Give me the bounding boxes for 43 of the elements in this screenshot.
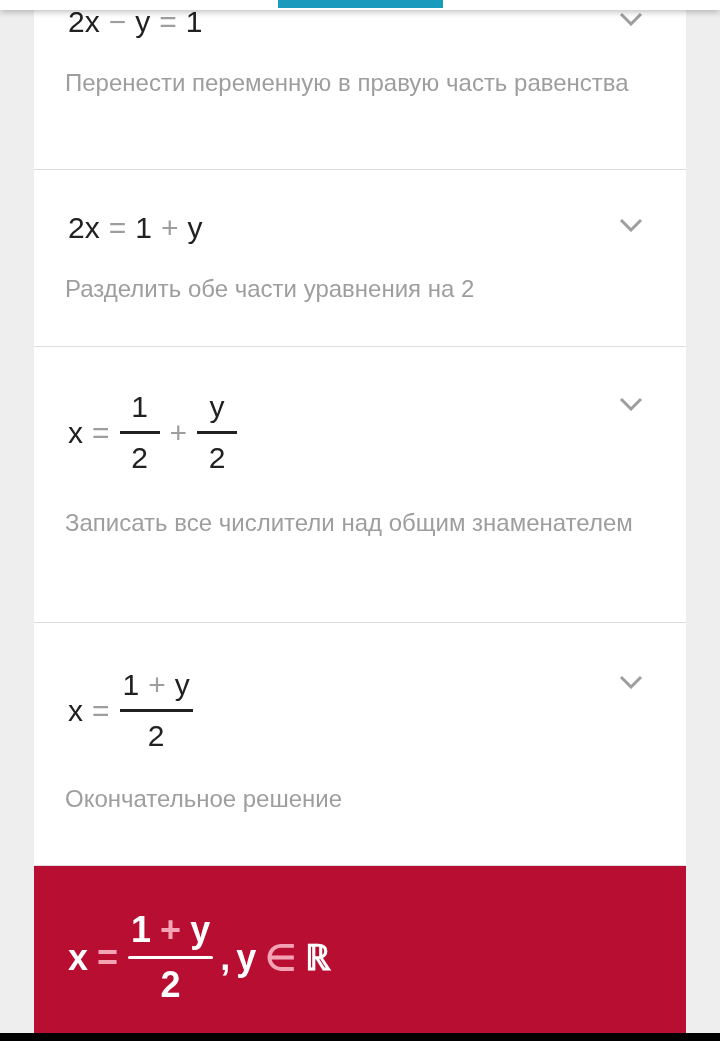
step-description: Перенести переменную в правую часть равенства	[65, 68, 630, 98]
math-term: 1	[184, 4, 204, 40]
math-term: 1	[121, 667, 141, 703]
chevron-icon[interactable]	[619, 218, 643, 232]
math-term: 2	[207, 440, 227, 476]
math-term: 1	[134, 210, 153, 246]
math-operator: =	[107, 210, 128, 246]
math-operator: −	[107, 4, 128, 40]
math-operator: =	[158, 4, 178, 40]
step-description: Разделить обе части уравнения на 2	[65, 274, 476, 304]
math-operator: =	[96, 937, 120, 978]
chevron-icon[interactable]	[619, 675, 643, 689]
math-operator: +	[168, 414, 189, 451]
math-term: y	[173, 667, 191, 703]
math-term: y	[134, 4, 152, 40]
math-term: y	[235, 937, 258, 978]
math-operator: +	[159, 210, 180, 246]
math-term: x	[67, 692, 84, 729]
math-term: y	[208, 389, 226, 425]
math-term: 2	[146, 718, 166, 754]
math-term: y	[189, 910, 212, 950]
chevron-icon[interactable]	[619, 12, 643, 26]
chevron-icon[interactable]	[619, 397, 643, 411]
math-term: ,	[219, 937, 232, 978]
math-term: 2	[130, 440, 149, 476]
math-term: y	[186, 210, 204, 246]
math-term: ℝ	[304, 937, 333, 978]
math-term: 1	[130, 910, 153, 950]
math-operator: +	[159, 910, 183, 950]
math-operator: =	[91, 414, 111, 451]
math-term: 2x	[67, 210, 101, 246]
math-term: x	[67, 414, 84, 451]
math-term: 2	[159, 965, 182, 1005]
math-term: 1	[130, 389, 149, 425]
step-description: Окончательное решение	[65, 784, 344, 814]
step-description: Записать все числители над общим знаменателем	[65, 508, 634, 538]
math-term: x	[67, 937, 90, 978]
math-operator: ∈	[264, 937, 298, 978]
math-operator: +	[147, 667, 167, 703]
fraction-bar	[119, 431, 160, 434]
math-term: 2x	[67, 4, 101, 40]
fraction-bar	[197, 431, 238, 434]
math-operator: =	[91, 692, 111, 729]
